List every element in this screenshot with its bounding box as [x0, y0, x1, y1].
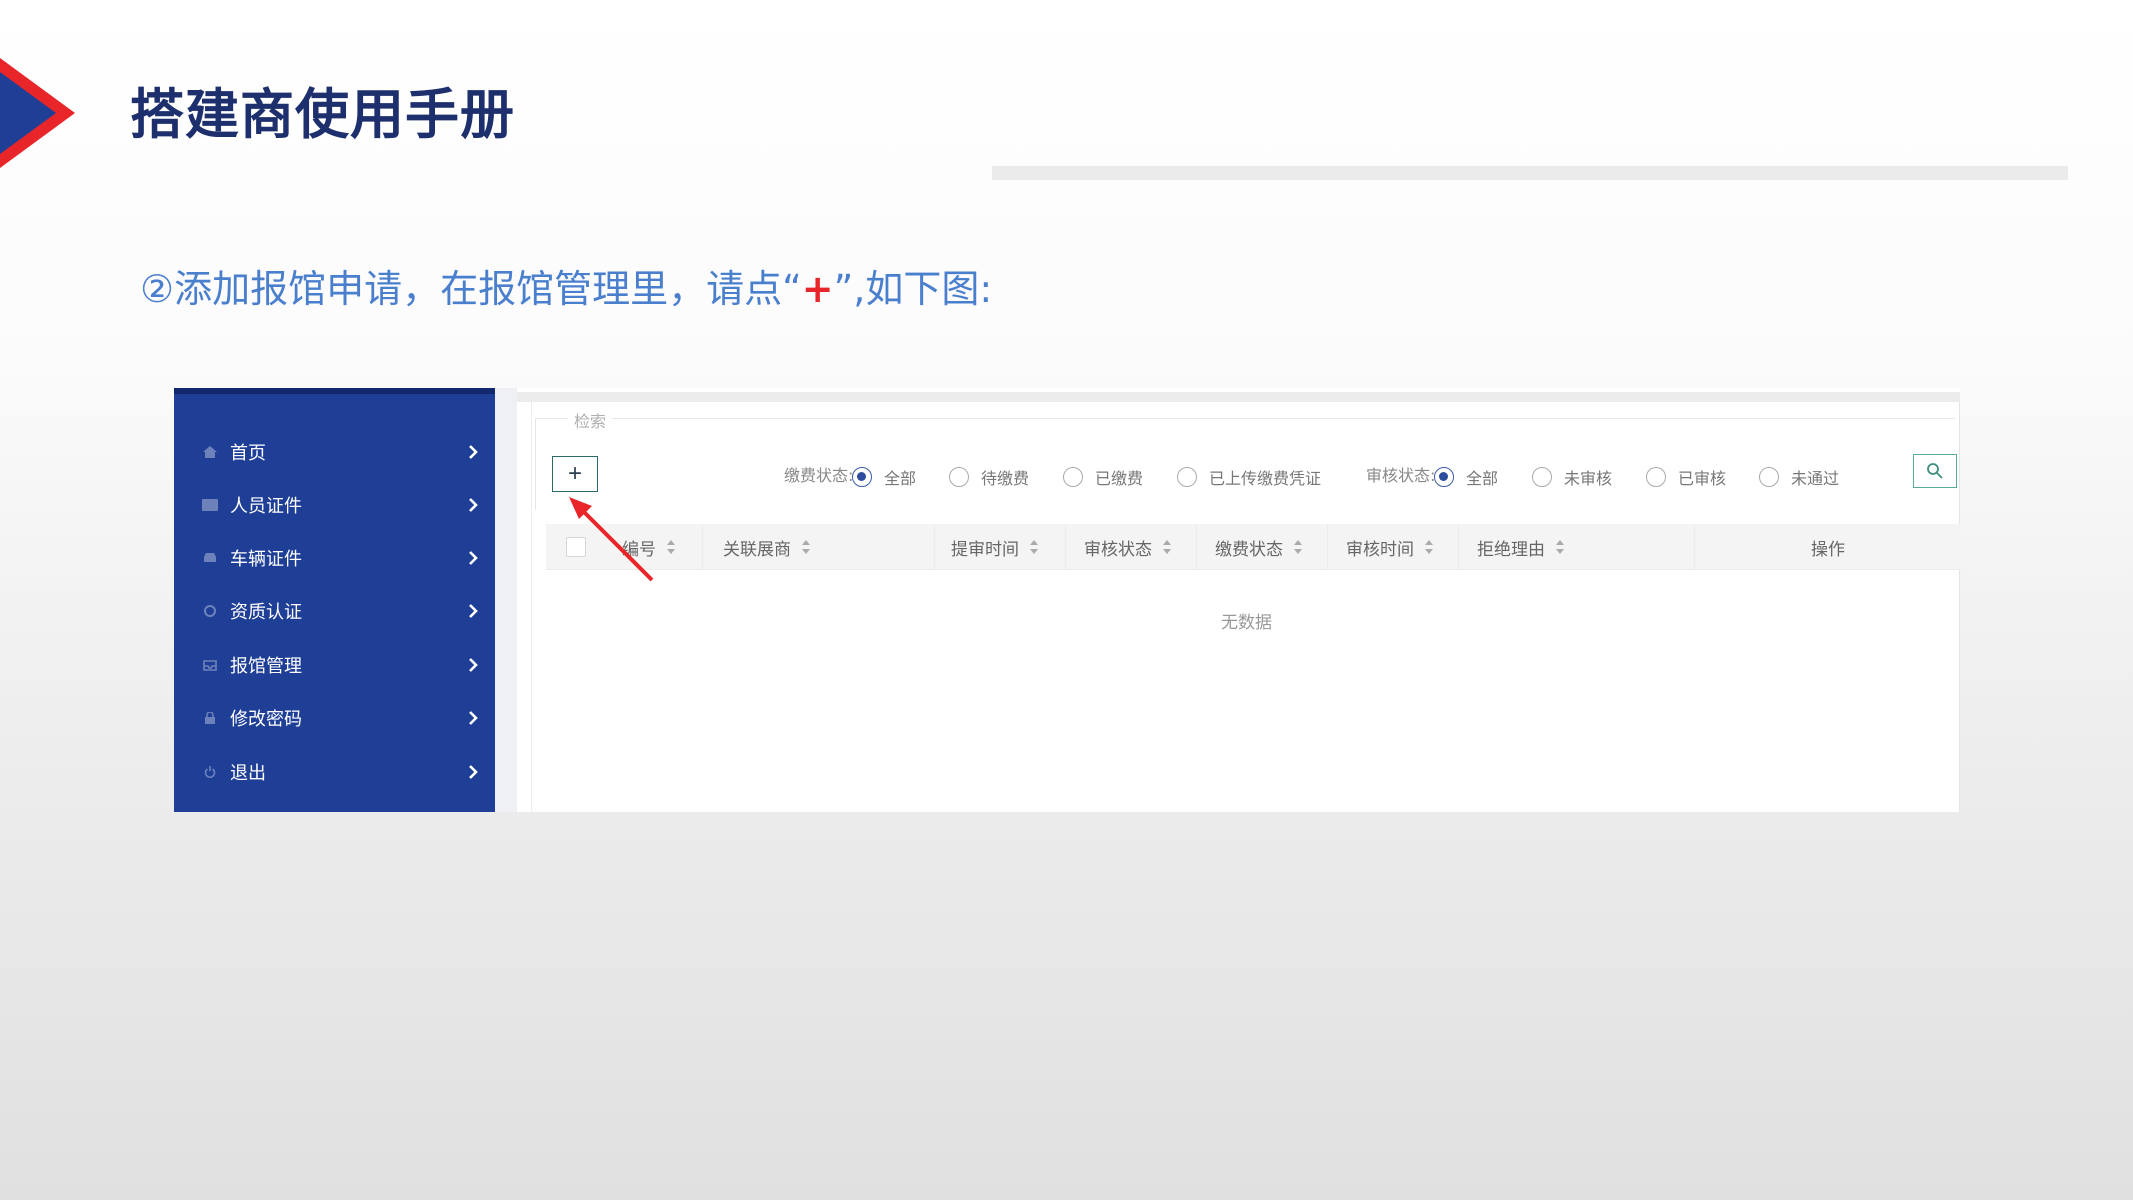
chevron-right-icon — [469, 498, 478, 512]
search-fieldset — [535, 418, 1955, 510]
column-header-review-time[interactable]: 审核时间 — [1328, 524, 1459, 570]
radio-empty-icon — [1063, 467, 1083, 487]
chevron-right-icon — [469, 604, 478, 618]
instruction-plus-symbol: + — [801, 267, 834, 311]
sort-icon — [1294, 540, 1302, 554]
sidebar-item-label: 车辆证件 — [230, 549, 302, 570]
sidebar-item-label: 报馆管理 — [230, 656, 302, 677]
chevron-right-icon — [469, 711, 478, 725]
sidebar-item-change-password[interactable]: 修改密码 — [174, 698, 495, 738]
sidebar-item-label: 首页 — [230, 443, 266, 464]
select-all-checkbox[interactable] — [566, 537, 586, 557]
sidebar-item-label: 退出 — [230, 763, 266, 784]
sidebar-gutter — [495, 388, 517, 812]
column-header-actions: 操作 — [1811, 539, 1845, 560]
sidebar-item-label: 资质认证 — [230, 602, 302, 623]
empty-state-text: 无数据 — [1221, 613, 1272, 633]
sidebar-item-qualification[interactable]: 资质认证 — [174, 591, 495, 631]
sidebar-item-label: 修改密码 — [230, 709, 302, 730]
id-card-icon — [202, 498, 218, 512]
radio-empty-icon — [1532, 467, 1552, 487]
chevron-right-icon — [469, 765, 478, 779]
car-icon — [202, 551, 218, 565]
chevron-right-icon — [469, 445, 478, 459]
review-radio-rejected[interactable]: 未通过 — [1759, 465, 1839, 489]
chevron-right-icon — [469, 551, 478, 565]
sort-icon — [667, 540, 675, 554]
search-legend: 检索 — [568, 408, 613, 432]
search-button[interactable] — [1913, 454, 1957, 488]
main-content: 检索 + 缴费状态: 全部 待缴费 已缴费 已上传缴费凭证 审核状态: 全部 未… — [531, 402, 1961, 812]
sort-icon — [1030, 540, 1038, 554]
payment-status-label: 缴费状态: — [784, 466, 854, 485]
column-header-exhibitor[interactable]: 关联展商 — [703, 524, 935, 570]
sidebar-item-staff-pass[interactable]: 人员证件 — [174, 485, 495, 525]
review-radio-unreviewed[interactable]: 未审核 — [1532, 465, 1612, 489]
content-top-strip — [517, 392, 1960, 402]
home-icon — [202, 445, 218, 459]
sidebar-item-hall-report[interactable]: 报馆管理 — [174, 645, 495, 685]
sort-icon — [1163, 540, 1171, 554]
gear-icon — [202, 604, 218, 618]
payment-radio-all[interactable]: 全部 — [852, 465, 916, 489]
slide-title: 搭建商使用手册 — [130, 83, 515, 146]
app-screenshot: 首页 人员证件 车辆证件 资质认证 报馆管理 修改密码 退出 检索 + 缴费状态… — [174, 388, 1961, 812]
column-header-reject-reason[interactable]: 拒绝理由 — [1459, 524, 1695, 570]
table-header: 编号 关联展商 提审时间 审核状态 缴费状态 审核时间 拒绝理由 操作 — [546, 524, 1961, 570]
payment-radio-voucher-uploaded[interactable]: 已上传缴费凭证 — [1177, 465, 1321, 489]
corner-chevron-logo — [0, 58, 75, 168]
inbox-icon — [202, 658, 218, 672]
sort-icon — [1425, 540, 1433, 554]
add-button[interactable]: + — [552, 456, 598, 492]
sort-icon — [802, 540, 810, 554]
column-header-review-status[interactable]: 审核状态 — [1066, 524, 1197, 570]
review-status-label: 审核状态: — [1366, 466, 1436, 485]
column-header-payment-status[interactable]: 缴费状态 — [1197, 524, 1328, 570]
instruction-text: ②添加报馆申请，在报馆管理里，请点“+”,如下图: — [140, 267, 993, 311]
power-icon — [202, 765, 218, 779]
search-icon — [1927, 463, 1943, 479]
chevron-right-icon — [469, 658, 478, 672]
sidebar-item-label: 人员证件 — [230, 496, 302, 517]
lock-icon — [202, 711, 218, 725]
review-radio-reviewed[interactable]: 已审核 — [1646, 465, 1726, 489]
radio-selected-icon — [1434, 467, 1454, 487]
radio-empty-icon — [949, 467, 969, 487]
sidebar-item-home[interactable]: 首页 — [174, 432, 495, 472]
radio-selected-icon — [852, 467, 872, 487]
radio-empty-icon — [1646, 467, 1666, 487]
title-divider — [992, 166, 2068, 180]
sidebar-item-logout[interactable]: 退出 — [174, 752, 495, 792]
payment-radio-unpaid[interactable]: 待缴费 — [949, 465, 1029, 489]
column-header-id[interactable]: 编号 — [606, 524, 703, 570]
column-header-submit-time[interactable]: 提审时间 — [935, 524, 1066, 570]
radio-empty-icon — [1759, 467, 1779, 487]
payment-radio-paid[interactable]: 已缴费 — [1063, 465, 1143, 489]
sidebar: 首页 人员证件 车辆证件 资质认证 报馆管理 修改密码 退出 — [174, 388, 495, 812]
sort-icon — [1556, 540, 1564, 554]
radio-empty-icon — [1177, 467, 1197, 487]
sidebar-item-vehicle-pass[interactable]: 车辆证件 — [174, 538, 495, 578]
review-radio-all[interactable]: 全部 — [1434, 465, 1498, 489]
